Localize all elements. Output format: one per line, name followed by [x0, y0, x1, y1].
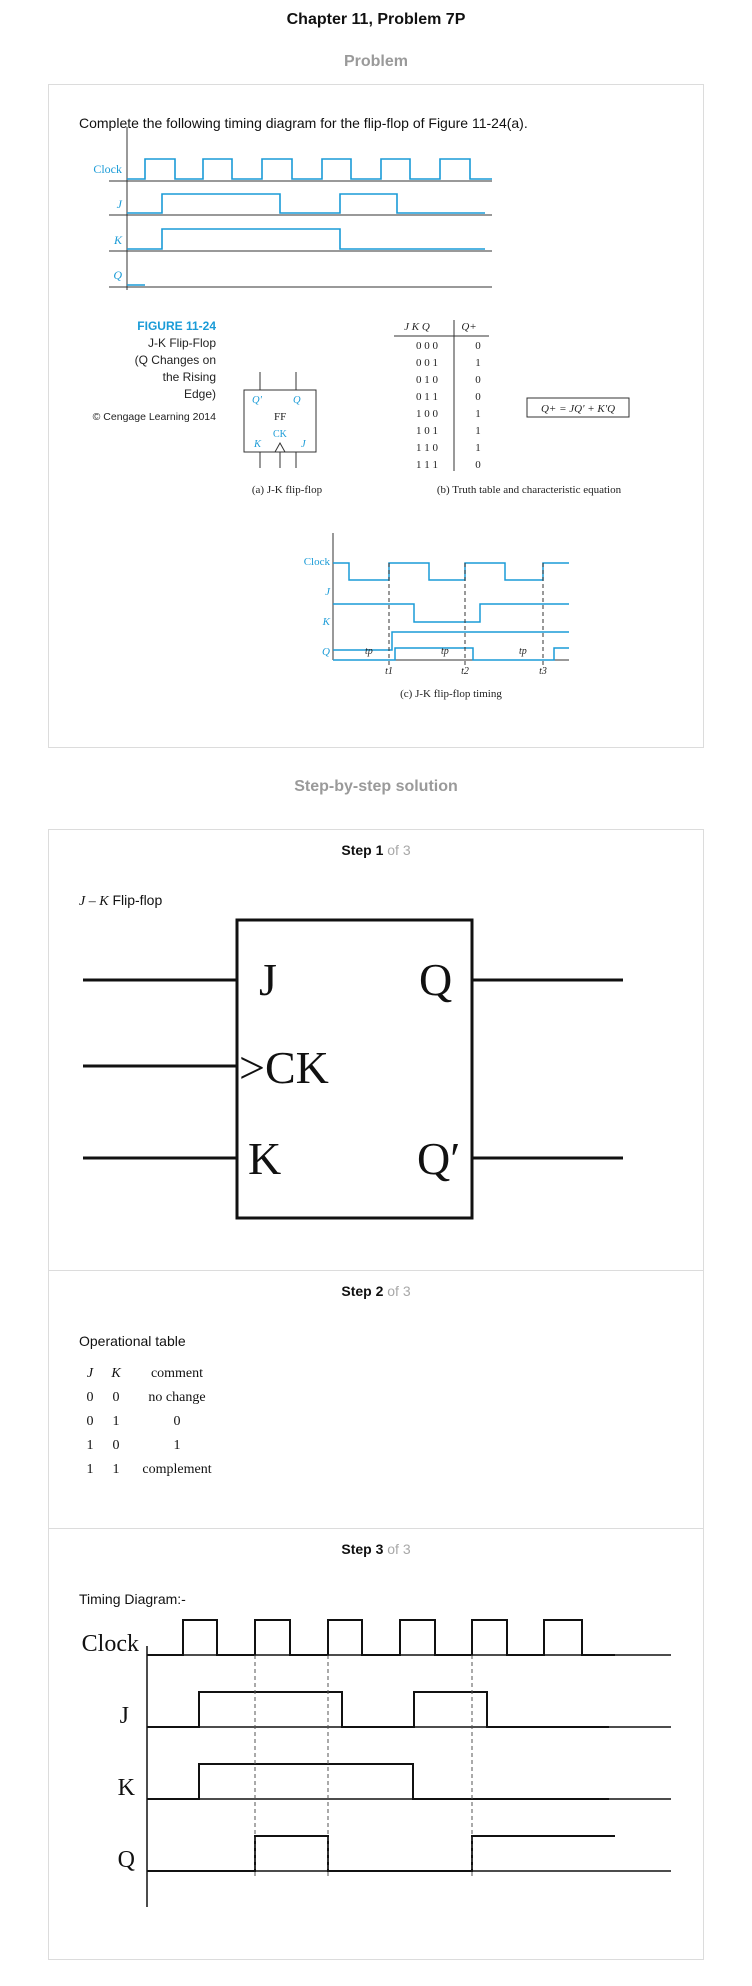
- truth-input-row: 1 0 1: [416, 425, 438, 437]
- solution-label-j: J: [120, 1703, 129, 1729]
- figure-copyright: © Cengage Learning 2014: [93, 411, 216, 423]
- operational-table: J K comment 0 0 no change 0 1 0 1 0 1 1 …: [87, 1366, 212, 1477]
- ff-j-label: J: [301, 439, 307, 450]
- caption-b: (b) Truth table and characteristic equat…: [437, 484, 622, 496]
- tp-label: tp: [519, 646, 527, 657]
- jk-block-diagram: J Q >CK K Q′: [83, 918, 623, 1220]
- op-table-cell: 0: [113, 1390, 120, 1405]
- c-label-clock: Clock: [304, 556, 331, 568]
- truth-output-cell: 0: [475, 459, 481, 471]
- figure-11-24: FIGURE 11-24 J-K Flip-Flop (Q Changes on…: [93, 319, 630, 700]
- op-table-cell: 0: [113, 1438, 120, 1453]
- op-table-cell: 0: [87, 1414, 94, 1429]
- truth-output-cell: 1: [475, 425, 481, 437]
- solution-label-k: K: [118, 1775, 136, 1801]
- solution-label-q: Q: [118, 1847, 135, 1873]
- c-label-k: K: [322, 616, 331, 628]
- c-j-waveform: [333, 603, 569, 623]
- block-q-label: Q: [419, 954, 452, 1005]
- op-table-cell: 1: [113, 1462, 120, 1477]
- block-k-label: K: [248, 1133, 281, 1184]
- solution-clock-waveform: [147, 1619, 615, 1656]
- op-table-cell: 1: [113, 1414, 120, 1429]
- t1-label: t1: [385, 666, 393, 677]
- step-1-card: Step 1 of 3 J – K Flip-flop J Q >CK K Q′: [48, 829, 704, 1271]
- op-table-cell: no change: [148, 1390, 205, 1405]
- tp-label: tp: [365, 646, 373, 657]
- truth-output-cell: 1: [475, 357, 481, 369]
- truth-table: J K Q Q+ 0 0 0 0 0 1 0 1 0 0 1 1 1 0 0 1…: [394, 320, 630, 496]
- op-table-cell: 1: [174, 1438, 181, 1453]
- ff-qbar-label: Q': [252, 395, 263, 406]
- op-table-cell: 1: [87, 1462, 94, 1477]
- figure-subtitle-line: (Q Changes on: [135, 353, 216, 367]
- ff-q-label: Q: [293, 395, 301, 406]
- op-table-header: K: [110, 1366, 121, 1381]
- solution-j-waveform: [147, 1691, 609, 1728]
- op-table-cell: 1: [87, 1438, 94, 1453]
- op-table-cell: 0: [87, 1390, 94, 1405]
- ff-ck-label: CK: [273, 429, 288, 440]
- t2-label: t2: [461, 666, 469, 677]
- problem-card: Complete the following timing diagram fo…: [48, 84, 704, 748]
- caption-a: (a) J-K flip-flop: [252, 484, 323, 496]
- truth-output-cell: 1: [475, 408, 481, 420]
- truth-header-inputs: J K Q: [404, 321, 430, 333]
- ff-symbol: Q' Q K J FF CK (a) J-K flip-flop: [243, 372, 323, 496]
- truth-input-row: 1 0 0: [416, 408, 439, 420]
- block-j-label: J: [259, 954, 277, 1005]
- c-label-q: Q: [322, 646, 330, 658]
- op-table-header: J: [87, 1366, 94, 1381]
- step-3-card: Step 3 of 3 Timing Diagram:- Clock J K Q: [48, 1528, 704, 1960]
- truth-header-output: Q+: [461, 321, 476, 333]
- jk-timing-figure: Clock J K Q tp tp tp t1 t2 t3 (c) J-K fl…: [304, 533, 569, 700]
- truth-output-cell: 0: [475, 374, 481, 386]
- tp-label: tp: [441, 646, 449, 657]
- truth-input-row: 1 1 1: [416, 459, 438, 471]
- truth-output-cell: 0: [475, 340, 481, 352]
- figure-subtitle-line: the Rising: [163, 370, 216, 384]
- step-2-card: Step 2 of 3 Operational table J K commen…: [48, 1270, 704, 1529]
- problem-heading: Problem: [343, 53, 408, 70]
- figure-subtitle-line: Edge): [184, 387, 216, 401]
- op-table-cell: complement: [142, 1462, 211, 1477]
- page-title: Chapter 11, Problem 7P: [286, 11, 466, 28]
- characteristic-equation: Q+ = JQ' + K'Q: [541, 403, 615, 415]
- block-qbar-label: Q′: [417, 1133, 460, 1184]
- c-label-j: J: [325, 586, 331, 598]
- block-ck-label: >CK: [239, 1042, 329, 1093]
- truth-input-row: 0 0 1: [416, 357, 438, 369]
- truth-output-cell: 1: [475, 442, 481, 454]
- truth-output-cell: 0: [475, 391, 481, 403]
- truth-input-row: 0 1 1: [416, 391, 438, 403]
- solution-q-waveform: [147, 1835, 615, 1872]
- c-clock-waveform: [333, 562, 569, 581]
- truth-input-row: 0 1 0: [416, 374, 439, 386]
- op-table-cell: 0: [174, 1414, 181, 1429]
- solution-heading: Step-by-step solution: [294, 778, 458, 795]
- solution-timing-diagram: Clock J K Q: [82, 1619, 671, 1907]
- solution-label-clock: Clock: [82, 1631, 139, 1657]
- truth-input-row: 1 1 0: [416, 442, 439, 454]
- t3-label: t3: [539, 666, 547, 677]
- truth-input-row: 0 0 0: [416, 340, 439, 352]
- figure-title: FIGURE 11-24: [137, 319, 216, 333]
- figure-subtitle-line: J-K Flip-Flop: [148, 336, 216, 350]
- caption-c: (c) J-K flip-flop timing: [400, 688, 502, 700]
- ff-k-label: K: [253, 439, 262, 450]
- op-table-header: comment: [151, 1366, 203, 1381]
- ff-center-label: FF: [274, 411, 286, 423]
- solution-k-waveform: [147, 1763, 609, 1800]
